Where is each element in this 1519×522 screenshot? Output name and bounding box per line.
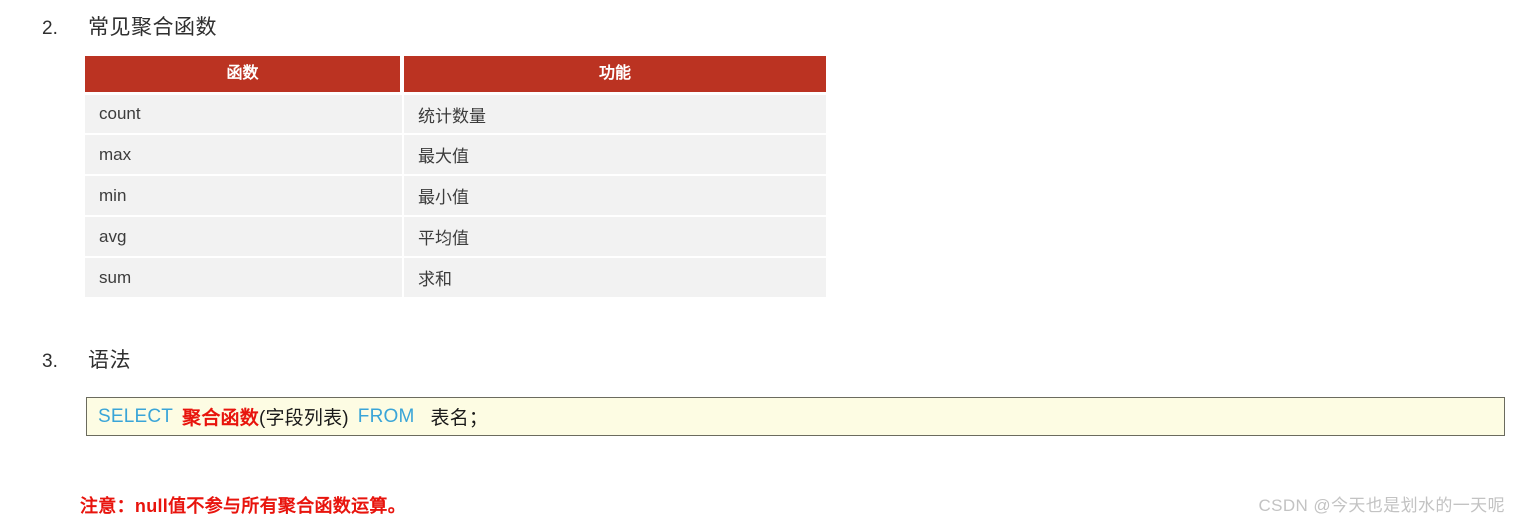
table-cell-function: avg: [85, 215, 402, 256]
table-header-description: 功能: [402, 56, 826, 92]
table-header-row: 函数 功能: [85, 56, 826, 92]
table-row: avg 平均值: [85, 215, 826, 256]
sql-token-aggregate-function: 聚合函数: [182, 408, 259, 429]
table-row: sum 求和: [85, 256, 826, 297]
table-row: count 统计数量: [85, 92, 826, 133]
table-cell-function: sum: [85, 256, 402, 297]
sql-syntax-code-block: SELECT 聚合函数 (字段列表) FROM 表名；: [86, 397, 1505, 436]
table-cell-description: 统计数量: [402, 92, 826, 133]
table-row: max 最大值: [85, 133, 826, 174]
section-number: 2.: [42, 18, 58, 39]
aggregate-functions-table: 函数 功能 count 统计数量 max 最大值 min 最小值 avg 平均值…: [85, 56, 826, 297]
section-number: 3.: [42, 351, 58, 372]
table-cell-description: 最小值: [402, 174, 826, 215]
table-header-function: 函数: [85, 56, 402, 92]
section-title: 语法: [88, 349, 131, 372]
section-heading-aggregate-functions: 2. 常见聚合函数: [42, 11, 217, 41]
table-cell-function: max: [85, 133, 402, 174]
table-row: min 最小值: [85, 174, 826, 215]
sql-token-select: SELECT: [98, 405, 174, 427]
sql-token-table-name: 表名；: [430, 408, 489, 429]
sql-token-from: FROM: [357, 405, 415, 427]
section-heading-syntax: 3. 语法: [42, 344, 131, 374]
csdn-watermark: CSDN @今天也是划水的一天呢: [1258, 496, 1505, 515]
table-cell-description: 最大值: [402, 133, 826, 174]
table-cell-function: count: [85, 92, 402, 133]
sql-token-field-list: (字段列表): [258, 408, 349, 429]
table-cell-function: min: [85, 174, 402, 215]
section-title: 常见聚合函数: [88, 16, 217, 39]
table-cell-description: 求和: [402, 256, 826, 297]
note-null-values: 注意：null值不参与所有聚合函数运算。: [80, 496, 406, 516]
table-cell-description: 平均值: [402, 215, 826, 256]
